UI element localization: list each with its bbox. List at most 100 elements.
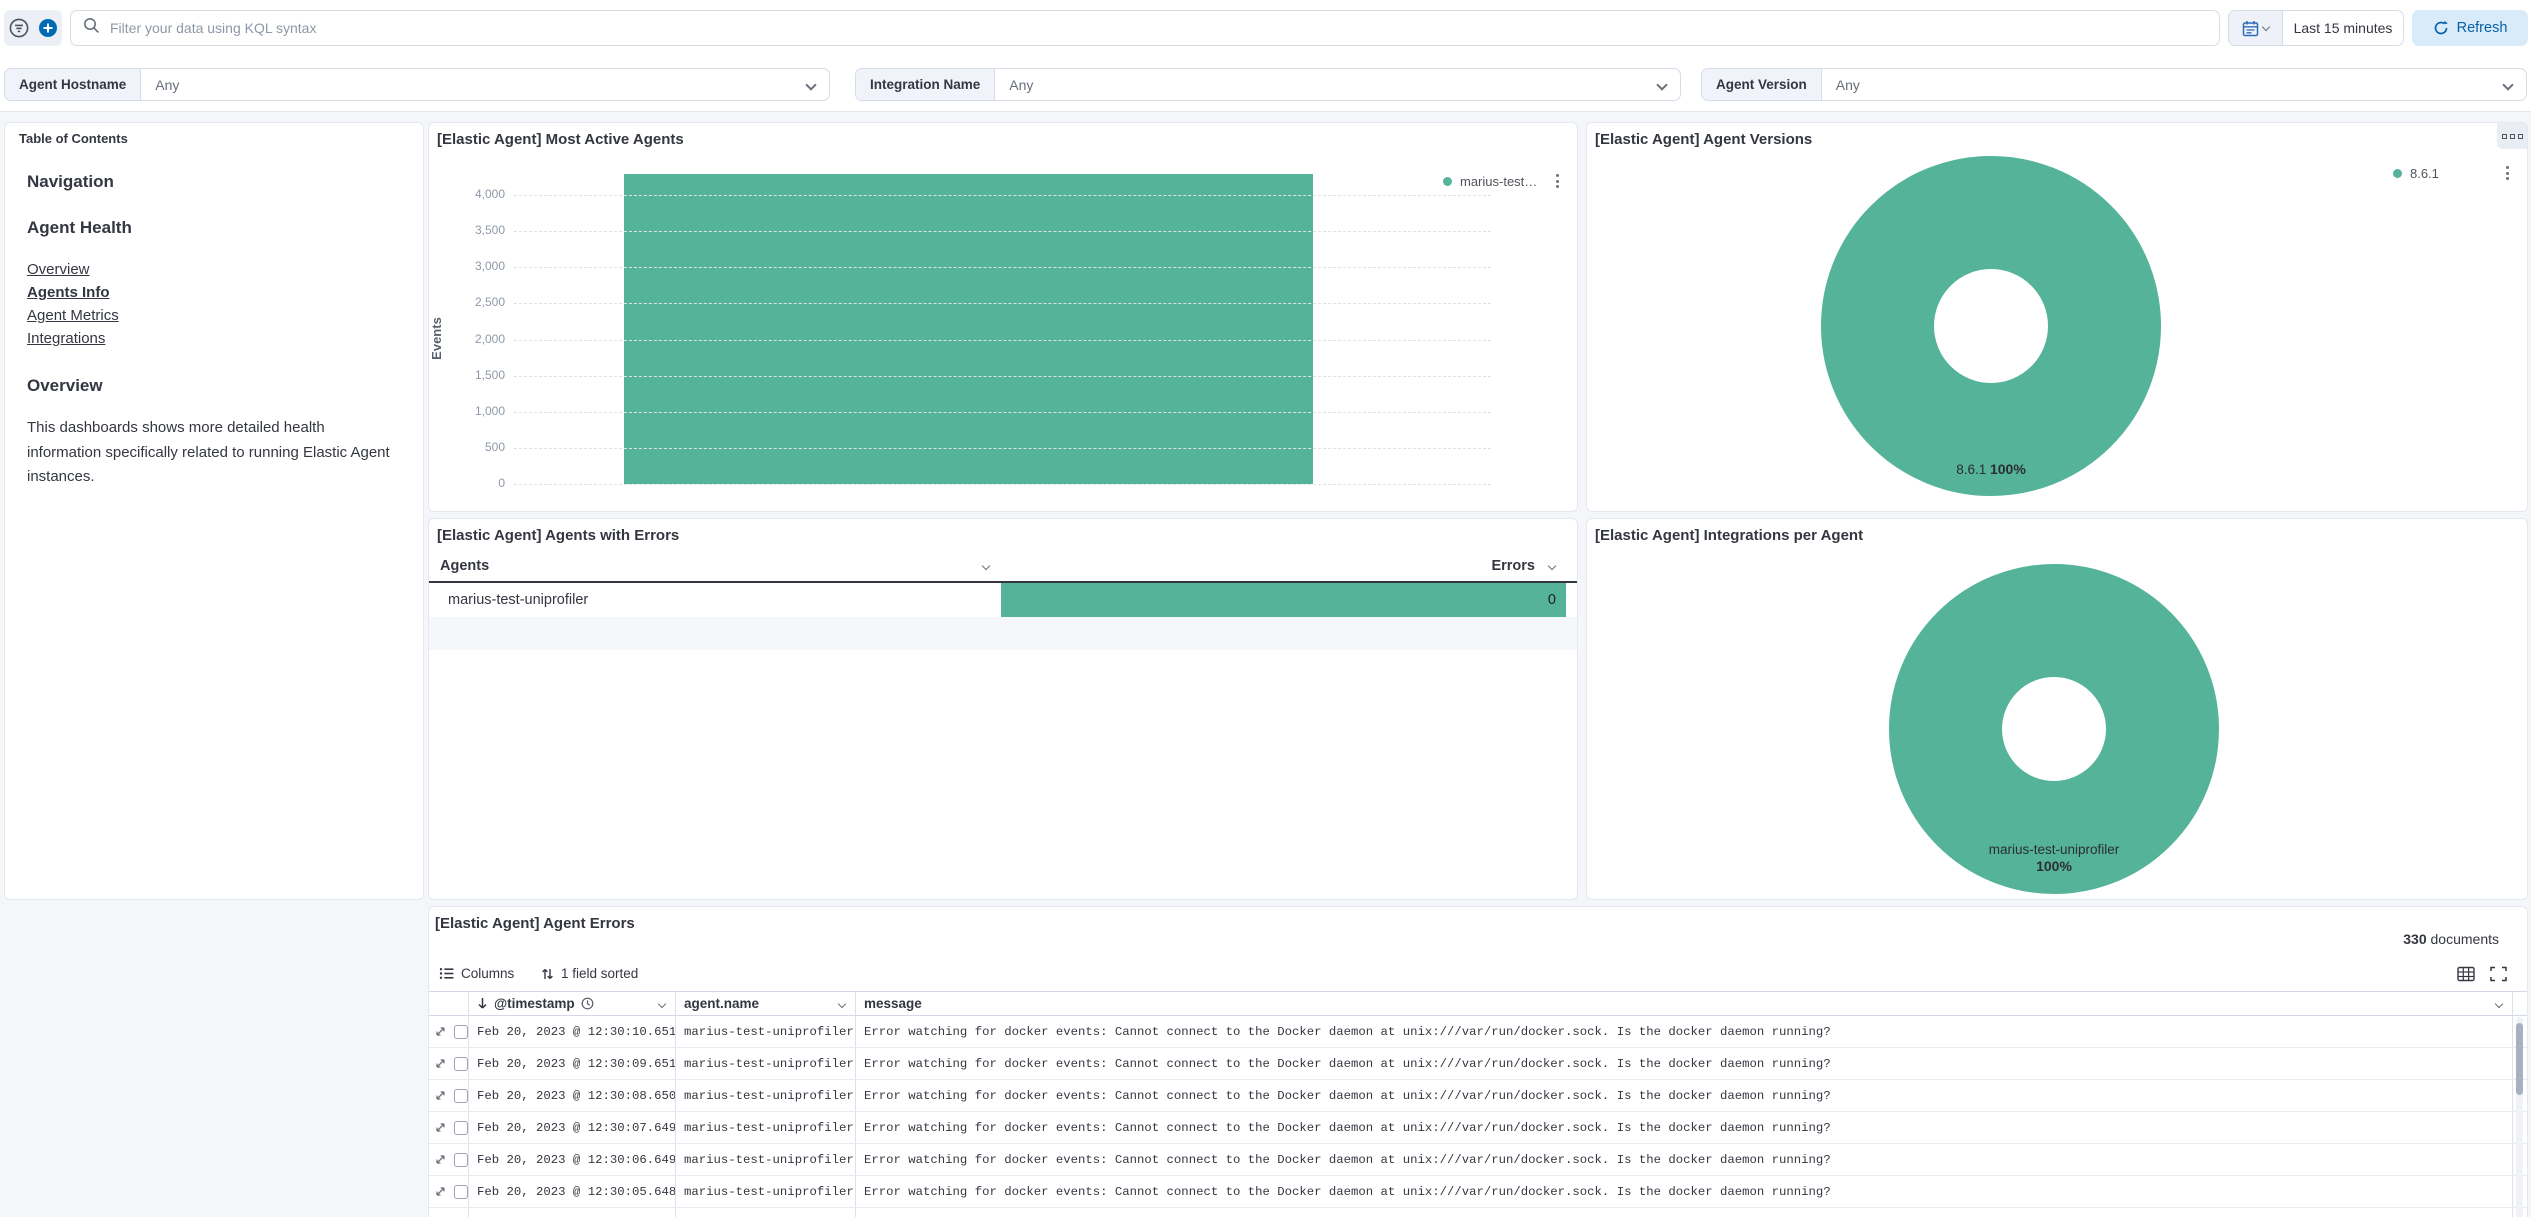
sort-fields-button[interactable]: 1 field sorted: [541, 966, 638, 981]
time-range-value[interactable]: Last 15 minutes: [2283, 11, 2403, 45]
expand-row-icon[interactable]: [434, 1185, 447, 1198]
refresh-button[interactable]: Refresh: [2412, 10, 2528, 46]
kebab-menu-icon[interactable]: [2503, 163, 2512, 183]
legend-color-dot: [2393, 169, 2402, 178]
saved-query-icon[interactable]: [6, 15, 32, 41]
kebab-menu-icon[interactable]: [1553, 171, 1562, 191]
calendar-icon: [2242, 20, 2259, 37]
grid-header-message[interactable]: message: [856, 992, 2513, 1015]
row-checkbox[interactable]: [454, 1185, 468, 1199]
row-checkbox[interactable]: [454, 1025, 468, 1039]
gridline: [514, 340, 1491, 341]
y-axis-tick-label: 2,000: [443, 332, 505, 346]
donut-slice-label: marius-test-uniprofiler 100%: [1924, 841, 2184, 875]
scrollbar-thumb[interactable]: [2516, 1023, 2523, 1095]
kql-search-box: [70, 10, 2220, 46]
expand-row-icon[interactable]: [434, 1089, 447, 1102]
cell-timestamp[interactable]: Feb 20, 2023 @ 12:30:05.648: [469, 1176, 676, 1207]
chevron-down-icon: [2262, 22, 2270, 30]
donut-chart-agent-versions[interactable]: [1821, 156, 2161, 496]
expand-row-icon[interactable]: [434, 1025, 447, 1038]
add-filter-icon[interactable]: [35, 15, 61, 41]
chevron-down-icon[interactable]: [2495, 999, 2503, 1007]
grid-vertical-scrollbar[interactable]: [2516, 1017, 2523, 1217]
cell-timestamp[interactable]: Feb 20, 2023 @ 12:30:08.650: [469, 1080, 676, 1111]
panel-agents-with-errors: [Elastic Agent] Agents with Errors Agent…: [428, 518, 1578, 900]
time-picker: Last 15 minutes: [2228, 10, 2404, 46]
cell-message[interactable]: Error watching for docker events: Cannot…: [856, 1176, 2513, 1207]
chevron-down-icon[interactable]: [658, 999, 666, 1007]
expand-row-icon[interactable]: [434, 1153, 447, 1166]
y-axis-tick-label: 4,000: [443, 187, 505, 201]
cell-agent[interactable]: marius-test-uniprofiler: [676, 1208, 856, 1217]
toc-link[interactable]: Agents Info: [27, 281, 409, 304]
legend-item-label[interactable]: marius-test…: [1460, 174, 1537, 189]
cell-agent[interactable]: marius-test-uniprofiler: [676, 1080, 856, 1111]
column-header-agents[interactable]: Agents: [440, 558, 489, 574]
grid-header-agent-name[interactable]: agent.name: [676, 992, 856, 1015]
cell-timestamp[interactable]: Feb 20, 2023 @ 12:30:07.649: [469, 1112, 676, 1143]
column-header-errors[interactable]: Errors: [1491, 558, 1535, 574]
row-checkbox[interactable]: [454, 1153, 468, 1167]
time-picker-calendar-button[interactable]: [2229, 11, 2283, 45]
filter-label: Integration Name: [856, 69, 995, 100]
cell-message[interactable]: Error watching for docker events: Cannot…: [856, 1208, 2513, 1217]
cell-timestamp[interactable]: Feb 20, 2023 @ 12:30:06.649: [469, 1144, 676, 1175]
dashboard-controls-bar: Agent Hostname Any Integration Name Any …: [0, 56, 2531, 112]
chevron-down-icon[interactable]: [982, 562, 990, 570]
cell-message[interactable]: Error watching for docker events: Cannot…: [856, 1080, 2513, 1111]
chevron-down-icon: [2502, 79, 2513, 90]
cell-message[interactable]: Error watching for docker events: Cannot…: [856, 1144, 2513, 1175]
expand-row-icon[interactable]: [434, 1057, 447, 1070]
row-checkbox[interactable]: [454, 1121, 468, 1135]
row-checkbox[interactable]: [454, 1057, 468, 1071]
cell-agent[interactable]: marius-test-uniprofiler: [676, 1112, 856, 1143]
expand-row-icon[interactable]: [434, 1121, 447, 1134]
gridline: [514, 195, 1491, 196]
panel-options-icon[interactable]: [2497, 123, 2527, 149]
row-controls: [429, 1208, 469, 1217]
query-top-bar: Last 15 minutes Refresh: [0, 0, 2531, 56]
kql-search-input[interactable]: [110, 20, 2207, 36]
toc-link[interactable]: Overview: [27, 258, 409, 281]
table-zebra-stripe: [429, 617, 1577, 650]
cell-timestamp[interactable]: Feb 20, 2023 @ 12:30:09.651: [469, 1048, 676, 1079]
table-cell-agent[interactable]: marius-test-uniprofiler: [448, 583, 588, 617]
cell-message[interactable]: Error watching for docker events: Cannot…: [856, 1112, 2513, 1143]
toc-link[interactable]: Agent Metrics: [27, 304, 409, 327]
table-cell-errors-bar[interactable]: 0: [1001, 583, 1566, 617]
table-row: Feb 20, 2023 @ 12:30:07.649 marius-test-…: [429, 1112, 2527, 1144]
filter-value-dropdown[interactable]: Any: [1822, 69, 2504, 100]
density-icon[interactable]: [2457, 966, 2475, 987]
cell-agent[interactable]: marius-test-uniprofiler: [676, 1016, 856, 1047]
bar-series[interactable]: [624, 174, 1313, 484]
chevron-down-icon[interactable]: [838, 999, 846, 1007]
cell-timestamp[interactable]: Feb 20, 2023 @ 12:30:04.647: [469, 1208, 676, 1217]
cell-agent[interactable]: marius-test-uniprofiler: [676, 1176, 856, 1207]
donut-slice-label: 8.6.1 100%: [1891, 461, 2091, 478]
refresh-icon: [2433, 20, 2449, 36]
columns-button[interactable]: Columns: [439, 966, 514, 981]
chart-legend: marius-test…: [1443, 171, 1562, 191]
search-icon: [83, 17, 100, 39]
row-checkbox[interactable]: [454, 1089, 468, 1103]
toc-description: This dashboards shows more detailed heal…: [27, 416, 399, 490]
table-row: Feb 20, 2023 @ 12:30:10.651 marius-test-…: [429, 1016, 2527, 1048]
filter-value-dropdown[interactable]: Any: [995, 69, 1658, 100]
cell-message[interactable]: Error watching for docker events: Cannot…: [856, 1016, 2513, 1047]
legend-item-label[interactable]: 8.6.1: [2410, 166, 2439, 181]
chart-legend: 8.6.1: [2393, 163, 2512, 183]
panel-table-of-contents: Table of Contents Navigation Agent Healt…: [4, 122, 424, 900]
grid-header-timestamp[interactable]: @timestamp: [469, 992, 676, 1015]
cell-agent[interactable]: marius-test-uniprofiler: [676, 1048, 856, 1079]
fullscreen-icon[interactable]: [2490, 966, 2507, 987]
gridline: [514, 231, 1491, 232]
cell-agent[interactable]: marius-test-uniprofiler: [676, 1144, 856, 1175]
chevron-down-icon[interactable]: [1548, 562, 1556, 570]
y-axis-title: Events: [429, 317, 444, 360]
toc-link[interactable]: Integrations: [27, 327, 409, 350]
cell-timestamp[interactable]: Feb 20, 2023 @ 12:30:10.651: [469, 1016, 676, 1047]
filter-value-dropdown[interactable]: Any: [141, 69, 807, 100]
gridline: [514, 448, 1491, 449]
cell-message[interactable]: Error watching for docker events: Cannot…: [856, 1048, 2513, 1079]
